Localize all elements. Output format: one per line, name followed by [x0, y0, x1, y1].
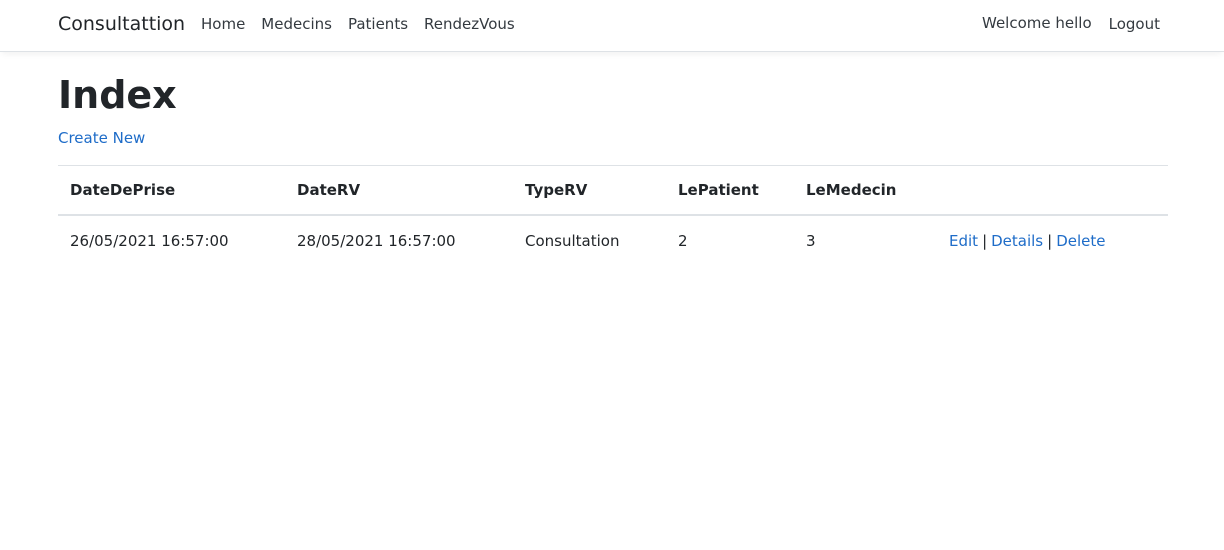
table-header: DateDePrise DateRV TypeRV LePatient LeMe…	[58, 165, 1168, 216]
appointments-table: DateDePrise DateRV TypeRV LePatient LeMe…	[58, 165, 1168, 266]
nav-links: Home Medecins Patients RendezVous	[201, 14, 531, 34]
separator: |	[1047, 232, 1053, 250]
header-actions	[937, 165, 1168, 216]
nav-link-patients[interactable]: Patients	[348, 14, 408, 34]
logout-link[interactable]: Logout	[1109, 14, 1160, 34]
header-typerv: TypeRV	[513, 165, 666, 216]
cell-daterv: 28/05/2021 16:57:00	[297, 232, 456, 250]
table-header-row: DateDePrise DateRV TypeRV LePatient LeMe…	[58, 165, 1168, 216]
header-lemedecin: LeMedecin	[794, 165, 937, 216]
nav-link-medecins[interactable]: Medecins	[261, 14, 332, 34]
navbar: Consultattion Home Medecins Patients Ren…	[0, 0, 1224, 52]
cell-typerv: Consultation	[525, 232, 620, 250]
page-title: Index	[58, 73, 177, 117]
create-new-link[interactable]: Create New	[58, 128, 145, 148]
separator: |	[982, 232, 988, 250]
table-body: 26/05/2021 16:57:00 28/05/2021 16:57:00 …	[58, 215, 1168, 266]
edit-link[interactable]: Edit	[949, 232, 978, 250]
nav-right: Welcome hello Logout	[982, 13, 1160, 34]
brand-link[interactable]: Consultattion	[58, 12, 185, 36]
details-link[interactable]: Details	[991, 232, 1043, 250]
header-lepatient: LePatient	[666, 165, 794, 216]
cell-actions: Edit | Details | Delete	[937, 215, 1168, 266]
nav-link-home[interactable]: Home	[201, 14, 245, 34]
header-daterv: DateRV	[285, 165, 513, 216]
cell-datedeprise: 26/05/2021 16:57:00	[70, 232, 229, 250]
cell-lepatient: 2	[678, 232, 688, 250]
cell-lemedecin: 3	[806, 232, 816, 250]
delete-link[interactable]: Delete	[1056, 232, 1105, 250]
table-row: 26/05/2021 16:57:00 28/05/2021 16:57:00 …	[58, 215, 1168, 266]
welcome-text: Welcome hello	[982, 14, 1092, 32]
nav-link-rendezvous[interactable]: RendezVous	[424, 14, 515, 34]
header-datedeprise: DateDePrise	[58, 165, 285, 216]
